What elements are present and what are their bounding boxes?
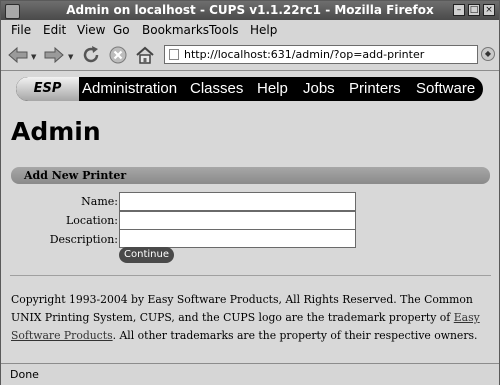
minimize-button[interactable]: – — [453, 4, 465, 16]
menu-tools[interactable]: Tools — [209, 23, 239, 37]
page-content: ESP Administration Classes Help Jobs Pri… — [1, 71, 499, 363]
footer-divider — [10, 275, 491, 276]
section-header: Add New Printer — [11, 167, 490, 184]
close-button[interactable]: × — [483, 4, 495, 16]
go-icon: ◆ — [484, 49, 492, 58]
cups-navbar: ESP Administration Classes Help Jobs Pri… — [16, 77, 483, 101]
name-label: Name: — [81, 195, 118, 208]
back-arrow-icon — [8, 46, 28, 64]
forward-dropdown-icon[interactable]: ▼ — [68, 53, 73, 61]
footer-text-after: . All other trademarks are the property … — [112, 329, 478, 342]
location-input[interactable] — [119, 211, 356, 230]
title-bar: Admin on localhost - CUPS v1.1.22rc1 - M… — [1, 1, 499, 20]
esp-logo[interactable]: ESP — [16, 77, 79, 101]
home-icon — [136, 46, 154, 64]
menu-bookmarks[interactable]: Bookmarks — [142, 23, 209, 37]
menu-help[interactable]: Help — [250, 23, 277, 37]
status-text: Done — [10, 368, 39, 381]
menu-go[interactable]: Go — [113, 23, 130, 37]
browser-window: Admin on localhost - CUPS v1.1.22rc1 - M… — [0, 0, 500, 385]
menu-file[interactable]: File — [11, 23, 31, 37]
go-button[interactable]: ◆ — [481, 47, 495, 61]
footer-copyright: Copyright 1993-2004 by Easy Software Pro… — [11, 291, 496, 345]
nav-link-printers[interactable]: Printers — [349, 80, 401, 97]
name-input[interactable] — [119, 192, 356, 211]
address-text[interactable]: http://localhost:631/admin/?op=add-print… — [184, 46, 424, 63]
address-bar[interactable]: http://localhost:631/admin/?op=add-print… — [164, 45, 478, 64]
page-favicon-icon — [169, 49, 179, 60]
reload-button[interactable] — [80, 44, 102, 66]
forward-arrow-icon — [44, 46, 64, 64]
description-label: Description: — [49, 233, 118, 246]
menu-edit[interactable]: Edit — [43, 23, 66, 37]
forward-button[interactable] — [43, 44, 65, 66]
menu-view[interactable]: View — [77, 23, 105, 37]
menu-bar: File Edit View Go Bookmarks Tools Help — [1, 20, 499, 40]
nav-link-software[interactable]: Software — [416, 80, 475, 97]
status-bar: Done — [1, 363, 499, 385]
section-title: Add New Printer — [24, 169, 127, 182]
back-button[interactable] — [7, 44, 29, 66]
nav-link-jobs[interactable]: Jobs — [303, 80, 335, 97]
nav-link-help[interactable]: Help — [257, 80, 288, 97]
home-button[interactable] — [134, 44, 156, 66]
maximize-button[interactable]: □ — [468, 4, 480, 16]
footer-text-before: Copyright 1993-2004 by Easy Software Pro… — [11, 293, 473, 324]
back-dropdown-icon[interactable]: ▼ — [31, 53, 36, 61]
location-label: Location: — [66, 214, 118, 227]
navigation-toolbar: ▼ ▼ http://localhost:631/admin/?op=add-p… — [1, 40, 499, 71]
window-title: Admin on localhost - CUPS v1.1.22rc1 - M… — [66, 3, 434, 17]
page-title: Admin — [11, 117, 101, 146]
description-input[interactable] — [119, 229, 356, 248]
nav-link-classes[interactable]: Classes — [190, 80, 243, 97]
reload-icon — [83, 46, 99, 63]
continue-button[interactable]: Continue — [119, 247, 174, 263]
nav-link-administration[interactable]: Administration — [82, 80, 177, 97]
stop-button[interactable] — [107, 44, 129, 66]
stop-icon — [109, 46, 127, 64]
